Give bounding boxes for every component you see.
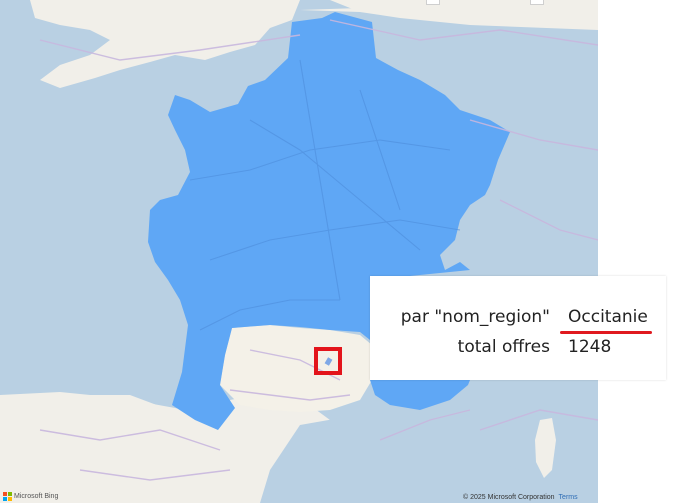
tooltip-row-total: total offres 1248 [370,337,666,361]
tooltip-field-label: par "nom_region" [400,307,550,327]
copyright-notice: © 2025 Microsoft Corporation Terms [463,494,578,501]
tooltip-metric-label: total offres [457,337,550,357]
copyright-text: © 2025 Microsoft Corporation [463,494,555,501]
bing-logo-text: Microsoft Bing [14,492,59,500]
map-canvas[interactable] [0,0,598,503]
bing-logo[interactable]: Microsoft Bing [3,491,58,501]
marker-dot-icon [324,357,333,366]
tooltip-row-region: par "nom_region" Occitanie [370,307,666,331]
selected-region-marker[interactable] [314,347,342,375]
tooltip-field-value: Occitanie [568,307,648,327]
value-underline [560,331,652,334]
biscay-bay [0,300,180,393]
tooltip-metric-value: 1248 [568,337,612,357]
microsoft-logo-icon [3,491,12,501]
map-control-stub-left[interactable] [426,0,440,5]
map-side-margin [598,0,680,503]
map-svg[interactable] [0,0,598,503]
map-control-stub-right[interactable] [530,0,544,5]
terms-link[interactable]: Terms [559,494,578,501]
map-tooltip: par "nom_region" Occitanie total offres … [370,276,666,380]
